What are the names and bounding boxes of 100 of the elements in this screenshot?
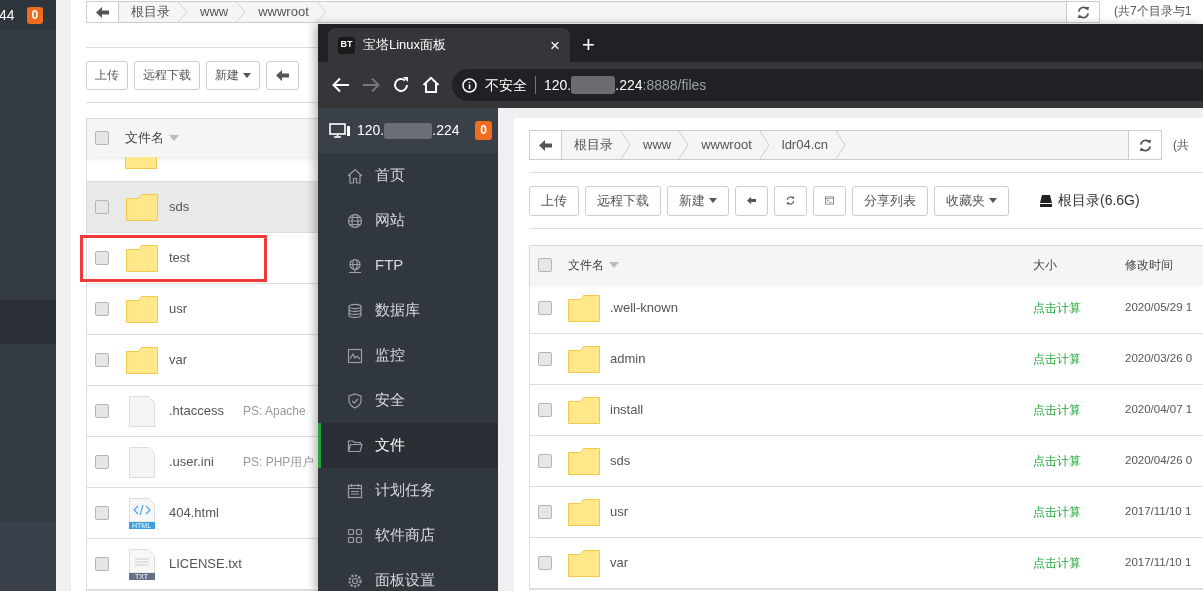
nav-item[interactable]: 数据库 [318,288,498,333]
back-button[interactable] [530,131,562,159]
file-icon [128,446,155,478]
column-header[interactable]: 文件名 [560,255,1033,274]
checkbox[interactable] [95,302,109,316]
file-row[interactable]: install 点击计算 2020/04/07 1 [530,385,1203,436]
grid-icon [347,527,363,544]
toolbar-button[interactable]: 远程下载 [134,60,200,90]
modified-time: 2020/05/29 1 [1125,300,1193,316]
file-name[interactable]: install [610,400,644,420]
terminal-icon [825,194,834,207]
file-name[interactable]: var [169,350,243,370]
browser-tab[interactable]: BT 宝塔Linux面板 × [328,28,570,62]
tab-title: 宝塔Linux面板 [363,36,448,55]
sidebar-item[interactable] [0,300,56,344]
caret-icon [989,198,997,203]
monitor-icon [329,122,351,139]
toolbar-button[interactable]: 远程下载 [585,185,661,216]
terminal-button[interactable] [813,185,846,216]
file-name[interactable]: sds [610,451,631,471]
breadcrumb-link[interactable]: 根目录 [119,2,178,22]
file-row[interactable]: sds 点击计算 2020/04/26 0 [530,436,1203,487]
checkbox[interactable] [538,403,552,417]
dropdown-button[interactable]: 新建 [206,60,260,90]
folder-icon [125,295,158,323]
checkbox[interactable] [95,200,109,214]
refresh-button[interactable] [1129,130,1162,160]
checkbox[interactable] [95,404,109,418]
file-row[interactable]: sds [87,182,318,233]
checkbox[interactable] [538,454,552,468]
file-name[interactable]: .htaccess [169,401,243,421]
breadcrumb-link[interactable]: wwwroot [246,2,317,22]
redaction-mask [384,122,433,139]
back-button[interactable] [735,185,768,216]
file-row[interactable]: admin 点击计算 2020/03/26 0 [530,334,1203,385]
toolbar-button[interactable]: 分享列表 [852,185,928,216]
home-icon[interactable] [422,76,440,94]
nav-item[interactable]: 安全 [318,378,498,423]
checkbox[interactable] [95,131,109,145]
database-icon [347,302,363,319]
breadcrumb-link[interactable]: wwwroot [689,135,760,155]
file-name[interactable]: .well-known [610,298,678,318]
address-bar[interactable]: 不安全 120. .224:8888/files [452,69,1203,101]
dropdown-button[interactable]: 新建 [667,185,729,216]
nav-item[interactable]: 网站 [318,198,498,243]
file-name[interactable]: var [610,553,629,573]
file-name[interactable]: usr [610,502,629,522]
breadcrumb-link[interactable]: www [188,2,237,22]
checkbox[interactable] [95,557,109,571]
column-header[interactable]: 修改时间 [1125,255,1173,274]
file-row[interactable]: var 点击计算 2017/11/10 1 [530,538,1203,589]
home-icon [347,167,363,184]
file-name[interactable]: usr [169,299,243,319]
nav-item[interactable]: FTP [318,243,498,288]
site-favicon: BT [338,36,355,54]
reload-icon[interactable] [392,76,410,94]
checkbox[interactable] [538,301,552,315]
dropdown-button[interactable]: 收藏夹 [934,185,1009,216]
toolbar-button[interactable]: 上传 [86,60,128,90]
checkbox[interactable] [538,505,552,519]
refresh-button[interactable] [1067,1,1100,23]
file-name[interactable]: 404.html [169,503,243,523]
arrow-left-icon [539,139,552,151]
back-button[interactable] [87,2,119,22]
checkbox[interactable] [95,251,109,265]
checkbox[interactable] [95,506,109,520]
nav-item[interactable]: 首页 [318,153,498,198]
new-tab-button[interactable]: + [582,34,595,56]
file-name[interactable]: .user.ini [169,452,243,472]
nav-item[interactable]: 监控 [318,333,498,378]
file-name[interactable]: sds [169,197,243,217]
checkbox[interactable] [95,353,109,367]
folder-icon [568,294,600,322]
toolbar-button[interactable]: 上传 [529,185,579,216]
file-name[interactable]: test [169,248,243,268]
file-name[interactable]: admin [610,349,646,369]
close-tab-button[interactable]: × [550,36,560,54]
breadcrumb-link[interactable]: www [631,135,680,155]
nav-item[interactable]: 面板设置 [318,558,498,591]
caret-icon [243,72,251,78]
breadcrumb-link[interactable]: 根目录 [562,135,621,155]
checkbox[interactable] [538,556,552,570]
file-name[interactable]: LICENSE.txt [169,554,243,574]
column-header[interactable]: 文件名 [125,128,179,148]
server-address: .224 [432,121,460,140]
nav-item[interactable]: 文件 [318,423,498,468]
nav-item[interactable]: 计划任务 [318,468,498,513]
breadcrumb-link[interactable]: ldr04.cn [769,135,836,155]
caret-icon [709,198,717,203]
forward-arrow-icon[interactable] [362,77,380,93]
file-row[interactable]: .well-known 点击计算 2020/05/29 1 [530,283,1203,334]
checkbox[interactable] [538,352,552,366]
back-arrow-icon[interactable] [332,77,350,93]
checkbox[interactable] [538,257,552,272]
back-button[interactable] [266,60,299,90]
checkbox[interactable] [95,455,109,469]
refresh-icon [786,194,795,207]
file-row[interactable]: usr 点击计算 2017/11/10 1 [530,487,1203,538]
column-header[interactable]: 大小 [1033,255,1125,274]
nav-item[interactable]: 软件商店 [318,513,498,558]
